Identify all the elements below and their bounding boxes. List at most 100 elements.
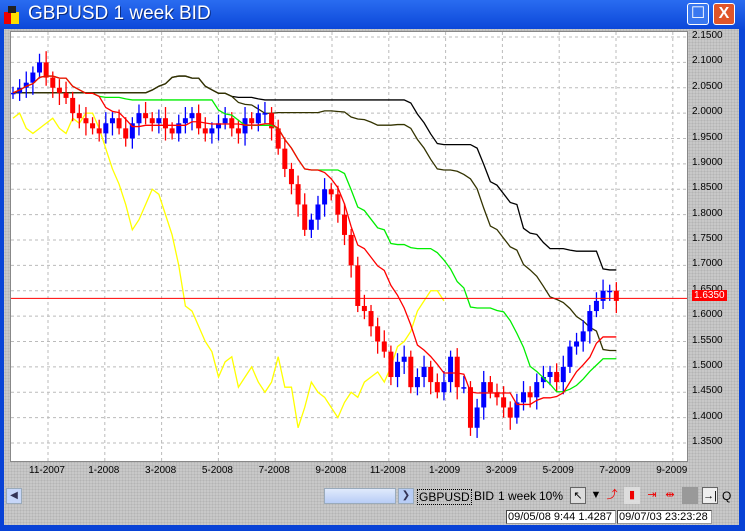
window-title: GBPUSD 1 week BID [28, 3, 211, 24]
x-tick-label: 3-2008 [145, 465, 177, 476]
y-tick-label: 1.5000 [692, 359, 723, 371]
candle-body [182, 118, 188, 124]
candle-body [361, 305, 367, 312]
cursor-readout: 09/05/08 9:44 1.4287 [506, 510, 616, 524]
candle-body [395, 361, 401, 378]
y-tick-label: 2.0500 [692, 80, 723, 92]
y-tick-label: 1.9500 [692, 131, 723, 143]
chart-body: 2.1500 2.1000 2.0500 2.0000 1.9500 1.9000 1.85… [4, 29, 739, 525]
candle-body [428, 366, 434, 383]
scroll-end-icon[interactable]: →| [702, 487, 718, 504]
candle-body [255, 113, 261, 124]
candle-body [11, 92, 16, 95]
zoom-in-icon[interactable]: ⇥ [644, 487, 660, 504]
senkou-span-b-line [13, 75, 617, 271]
side-label[interactable]: BID [474, 489, 494, 503]
candle-body [381, 341, 387, 352]
candle-body [189, 113, 195, 119]
app-icon [4, 6, 19, 24]
candle-body [262, 113, 268, 115]
candle-body [580, 331, 586, 342]
candle-body [547, 371, 553, 378]
scroll-left-button[interactable]: ◀ [6, 488, 22, 504]
candle-body [487, 382, 493, 393]
dropdown-arrow-icon[interactable]: ▼ [588, 487, 604, 504]
x-tick-label: 1-2009 [429, 465, 461, 476]
candle-body [109, 118, 115, 124]
candle-body [534, 382, 540, 398]
candle-body [63, 92, 69, 98]
candle-body [123, 128, 129, 139]
candle-body [70, 97, 76, 114]
candle-body [501, 397, 507, 408]
candle-body [474, 407, 480, 428]
x-tick-label: 7-2008 [258, 465, 290, 476]
symbol-selector[interactable]: GBPUSD [417, 489, 472, 505]
candle-body [600, 290, 606, 301]
candle-body [222, 118, 228, 124]
candle-body [375, 326, 381, 342]
scrollbar-thumb[interactable] [324, 488, 396, 504]
candle-body [37, 62, 43, 73]
status-bar: 09/05/08 9:44 1.4287 09/07/03 23:23:28 [4, 510, 739, 525]
chikou-span-line [12, 112, 445, 428]
chart-plot[interactable] [10, 31, 688, 462]
candle-body [448, 356, 454, 383]
scroll-right-button[interactable]: ❯ [398, 488, 414, 504]
cursor-icon[interactable]: ↖ [570, 487, 586, 504]
candle-body [434, 382, 440, 393]
q-button[interactable]: Q [722, 489, 731, 503]
candle-body [388, 351, 394, 378]
close-button[interactable]: X [713, 3, 735, 25]
y-tick-label: 1.7000 [692, 258, 723, 270]
candle-body [50, 77, 56, 88]
candle-body [83, 118, 89, 124]
y-tick-label: 1.9000 [692, 156, 723, 168]
price-axis[interactable]: 2.1500 2.1000 2.0500 2.0000 1.9500 1.9000 1.85… [688, 29, 739, 469]
chart-window: GBPUSD 1 week BID ☐ X 2.1500 2.1000 2.0500… [0, 0, 745, 531]
candle-body [335, 194, 341, 215]
maximize-button[interactable]: ☐ [687, 3, 709, 25]
candle-body [90, 123, 96, 129]
candle-body [454, 356, 460, 388]
grid-icon[interactable] [682, 487, 698, 504]
candle-body [235, 128, 241, 134]
zoom-out-icon[interactable]: ⇹ [662, 487, 678, 504]
candle-body [587, 311, 593, 332]
candle-body [43, 62, 49, 78]
candle-body [116, 118, 122, 129]
y-tick-label: 2.1000 [692, 55, 723, 67]
y-tick-label: 1.7500 [692, 233, 723, 244]
zoom-label[interactable]: 10% [539, 489, 563, 503]
candle-body [607, 290, 613, 293]
y-tick-label: 2.0000 [692, 106, 723, 118]
candle-body [348, 234, 354, 266]
candle-body [196, 113, 202, 129]
candle-body [136, 113, 142, 124]
candle-body [414, 377, 420, 388]
candle-body [202, 128, 208, 134]
candle-body [169, 128, 175, 134]
candle-body [103, 123, 109, 134]
candle-body [574, 341, 580, 347]
x-tick-label: 5-2009 [542, 465, 574, 476]
candle-body [554, 371, 560, 383]
y-tick-label: 1.4000 [692, 410, 723, 422]
y-tick-label: 1.4500 [692, 385, 723, 397]
candle-body [401, 356, 407, 362]
candle-body [567, 346, 573, 367]
candlestick-icon[interactable]: ▮ [624, 487, 640, 504]
x-tick-label: 11-2007 [29, 465, 65, 476]
y-tick-label: 1.3500 [692, 436, 723, 447]
candle-body [143, 113, 149, 119]
y-tick-label: 1.8500 [692, 182, 723, 194]
candle-body [481, 382, 487, 408]
candle-body [282, 148, 288, 169]
period-label[interactable]: 1 week [498, 489, 536, 503]
x-tick-label: 9-2009 [656, 465, 688, 476]
candle-body [328, 189, 334, 195]
y-tick-label: 1.6000 [692, 309, 723, 321]
line-tool-icon[interactable]: ⤴ [604, 487, 620, 504]
candle-body [209, 128, 215, 134]
x-tick-label: 11-2008 [369, 465, 406, 476]
